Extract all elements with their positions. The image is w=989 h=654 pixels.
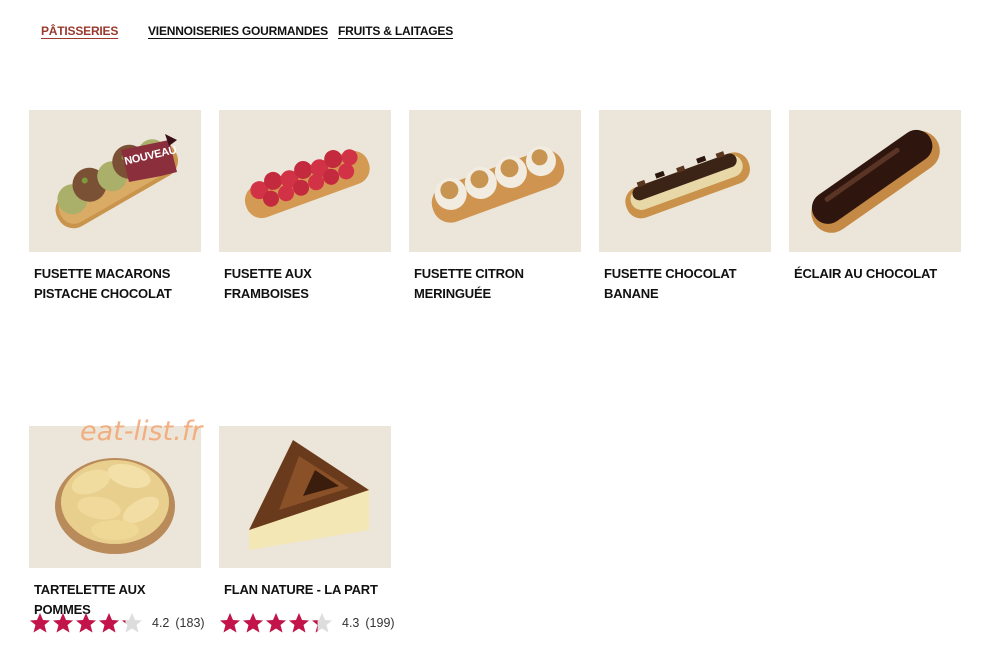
product-image[interactable] [29,426,201,568]
product-title[interactable]: FUSETTE CHOCOLAT BANANE [604,264,769,304]
star-rating [29,612,144,634]
product-image[interactable]: NOUVEAU [29,110,201,252]
product-title[interactable]: FUSETTE CITRON MERINGUÉE [414,264,579,304]
star-icon [288,612,311,634]
star-icon [98,612,121,634]
product-image[interactable] [409,110,581,252]
rating-value: 4.2 [152,616,170,630]
star-icon [219,612,242,634]
rating: 4.3 (199) [219,612,395,634]
star-icon [29,612,52,634]
review-count[interactable]: (199) [365,616,394,630]
star-icon [75,612,98,634]
product-title[interactable]: FUSETTE MACARONS PISTACHE CHOCOLAT [34,264,199,304]
star-icon [121,612,144,634]
product-image[interactable] [599,110,771,252]
watermark: eat-list.fr [80,416,203,447]
star-icon [311,612,334,634]
product-card[interactable]: FUSETTE AUX FRAMBOISES [219,110,391,304]
product-image[interactable] [789,110,961,252]
product-title[interactable]: FLAN NATURE - LA PART [224,580,389,600]
star-rating [219,612,334,634]
product-card[interactable]: TARTELETTE AUX POMMES 4.2 (183) [29,426,205,633]
tab-patisseries[interactable]: PÂTISSERIES [41,24,118,38]
star-icon [242,612,265,634]
product-image[interactable] [219,426,391,568]
rating: 4.2 (183) [29,612,205,634]
product-card[interactable]: FUSETTE CITRON MERINGUÉE [409,110,581,304]
tab-viennoiseries-gourmandes[interactable]: VIENNOISERIES GOURMANDES [148,24,328,38]
tab-fruits-laitages[interactable]: FRUITS & LAITAGES [338,24,453,38]
product-card[interactable]: ÉCLAIR AU CHOCOLAT [789,110,961,284]
star-icon [265,612,288,634]
product-title[interactable]: FUSETTE AUX FRAMBOISES [224,264,389,304]
review-count[interactable]: (183) [175,616,204,630]
product-image[interactable] [219,110,391,252]
product-card[interactable]: FUSETTE CHOCOLAT BANANE [599,110,771,304]
rating-value: 4.3 [342,616,360,630]
product-card[interactable]: FLAN NATURE - LA PART 4.3 (199) [219,426,395,633]
star-icon [52,612,75,634]
product-title[interactable]: ÉCLAIR AU CHOCOLAT [794,264,959,284]
product-card[interactable]: NOUVEAU FUSETTE MACARONS PISTACHE CHOCOL… [29,110,201,304]
